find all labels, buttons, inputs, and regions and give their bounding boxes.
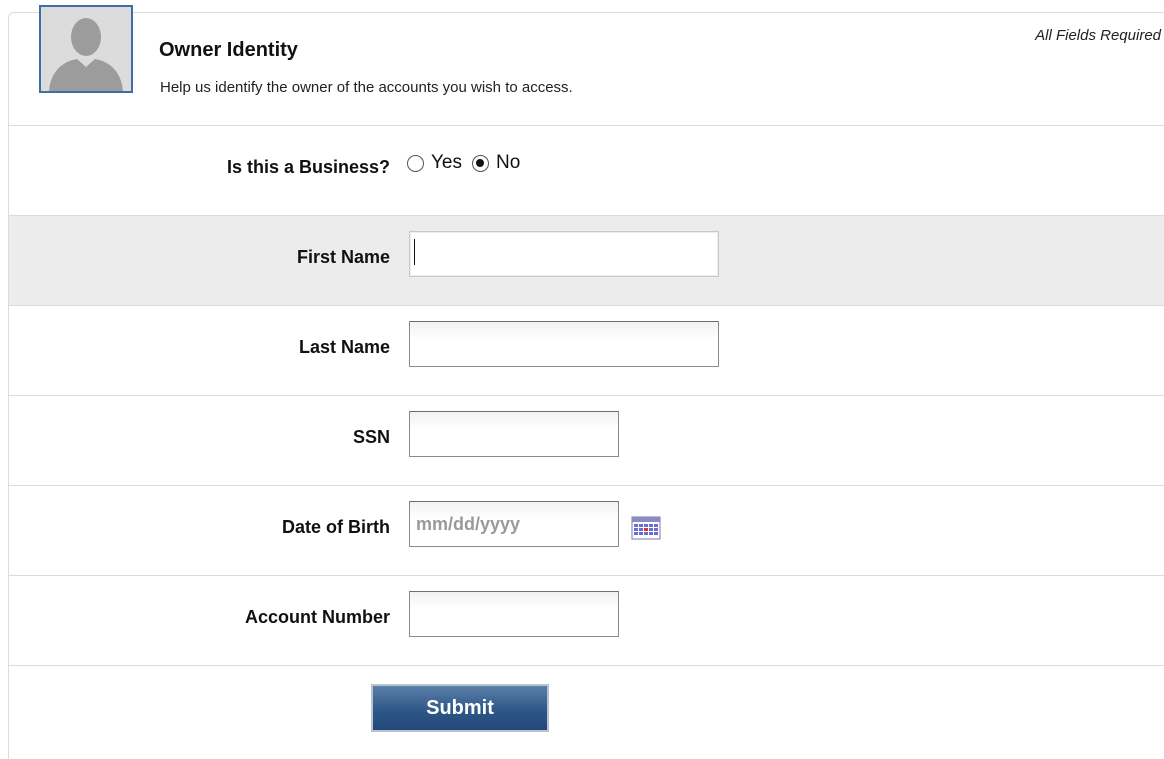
required-note: All Fields Required (1035, 27, 1161, 44)
account-number-input[interactable] (409, 591, 619, 637)
ssn-input[interactable] (409, 411, 619, 457)
business-no-radio[interactable] (472, 154, 489, 172)
dob-label: Date of Birth (282, 517, 390, 537)
last-name-input[interactable] (409, 321, 719, 367)
panel-header: Owner Identity Help us identify the owne… (9, 5, 1164, 126)
last-name-row: Last Name (9, 306, 1164, 396)
dob-row: Date of Birth (9, 486, 1164, 576)
dob-input[interactable] (409, 501, 619, 547)
business-radio-group: Yes No (407, 152, 530, 182)
business-row: Is this a Business? Yes No (9, 126, 1164, 216)
first-name-input[interactable] (409, 231, 719, 277)
account-number-row: Account Number (9, 576, 1164, 666)
business-yes-radio[interactable] (407, 154, 424, 172)
business-label: Is this a Business? (226, 157, 390, 177)
ssn-label: SSN (352, 427, 390, 447)
last-name-label: Last Name (298, 337, 390, 357)
ssn-row: SSN (9, 396, 1164, 486)
first-name-wrapper (409, 231, 719, 277)
calendar-icon[interactable] (631, 516, 661, 540)
business-yes-label[interactable]: Yes (431, 152, 462, 174)
submit-button[interactable]: Submit (371, 684, 549, 732)
page-title: Owner Identity (159, 39, 298, 61)
business-no-label[interactable]: No (496, 152, 520, 174)
user-silhouette-icon (39, 5, 133, 93)
text-caret (414, 239, 415, 265)
owner-identity-panel: Owner Identity Help us identify the owne… (8, 5, 1164, 759)
page-subtitle: Help us identify the owner of the accoun… (160, 79, 573, 96)
first-name-row: First Name (9, 216, 1164, 306)
account-number-label: Account Number (244, 607, 390, 627)
first-name-label: First Name (296, 247, 390, 267)
